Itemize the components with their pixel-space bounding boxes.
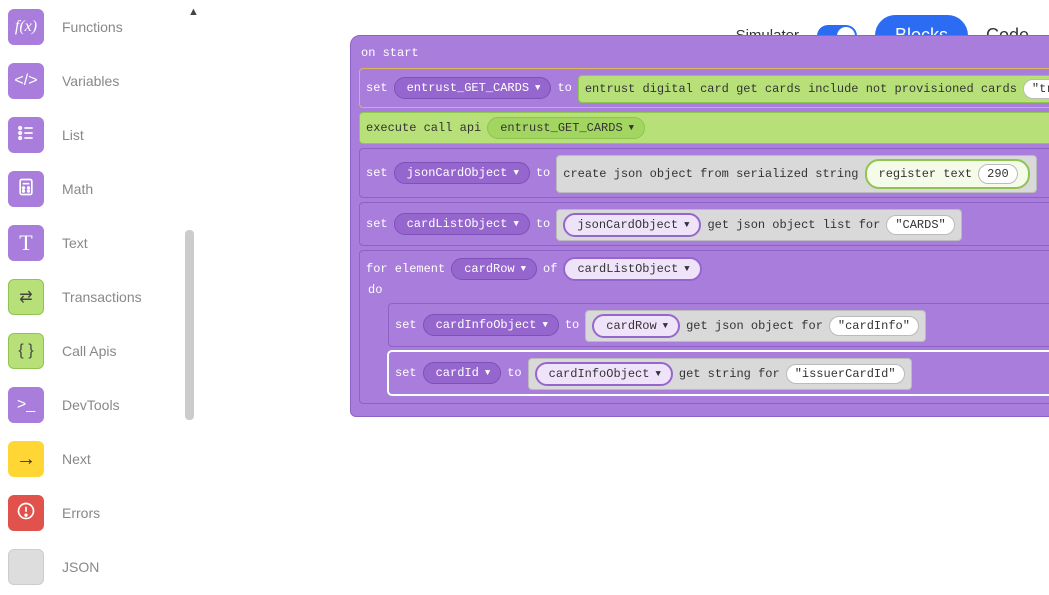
chevron-down-icon: ▼ — [684, 220, 689, 230]
arrow-right-icon: → — [8, 441, 44, 477]
string-literal[interactable]: "true" — [1023, 79, 1049, 99]
register-label: register text — [879, 167, 973, 181]
var-dropdown[interactable]: entrust_GET_CARDS▼ — [394, 77, 552, 99]
to-keyword: to — [507, 366, 521, 380]
terminal-icon: >_ — [8, 387, 44, 423]
gray-call-block[interactable]: create json object from serialized strin… — [556, 155, 1036, 193]
gray-call-block[interactable]: cardRow▼ get json object for "cardInfo" — [585, 310, 926, 342]
string-literal[interactable]: "CARDS" — [886, 215, 954, 235]
chevron-down-icon: ▼ — [684, 264, 689, 274]
chevron-down-icon: ▼ — [655, 369, 660, 379]
set-block[interactable]: set cardInfoObject▼ to cardRow▼ get json… — [388, 303, 1049, 347]
set-keyword: set — [366, 217, 388, 231]
green-call-block[interactable]: entrust digital card get cards include n… — [578, 75, 1049, 103]
chevron-down-icon: ▼ — [535, 83, 540, 93]
swap-icon: ⇄ — [8, 279, 44, 315]
set-block[interactable]: set cardListObject▼ to jsonCardObject▼ g… — [359, 202, 1049, 246]
block-workspace[interactable]: on start set entrust_GET_CARDS▼ to entru… — [350, 35, 1049, 417]
set-block[interactable]: set entrust_GET_CARDS▼ to entrust digita… — [359, 68, 1049, 108]
hat-label: on start — [359, 42, 1049, 66]
set-keyword: set — [366, 81, 388, 95]
exec-keyword: execute call api — [366, 121, 481, 135]
sidebar-item-label: Errors — [62, 505, 100, 521]
placeholder-icon — [8, 549, 44, 585]
var-ref-dropdown[interactable]: cardInfoObject▼ — [535, 362, 673, 386]
exclaim-icon — [8, 495, 44, 531]
sidebar-item-label: Call Apis — [62, 343, 116, 359]
var-ref-dropdown[interactable]: jsonCardObject▼ — [563, 213, 701, 237]
sidebar-item-label: JSON — [62, 559, 99, 575]
set-keyword: set — [395, 318, 417, 332]
sidebar-item-label: List — [62, 127, 84, 143]
sidebar-scrollbar[interactable] — [185, 230, 194, 420]
sidebar-item-label: Transactions — [62, 289, 142, 305]
sidebar-item-label: Functions — [62, 19, 123, 35]
sidebar-item-math[interactable]: Math — [0, 162, 180, 216]
sidebar-item-label: Variables — [62, 73, 119, 89]
call-text: get string for — [679, 367, 780, 381]
set-keyword: set — [366, 166, 388, 180]
sidebar-item-list[interactable]: List — [0, 108, 180, 162]
sidebar-item-callapis[interactable]: { } Call Apis — [0, 324, 180, 378]
chevron-down-icon: ▼ — [663, 321, 668, 331]
sidebar-item-variables[interactable]: </> Variables — [0, 54, 180, 108]
do-keyword: do — [366, 281, 1049, 301]
list-icon — [8, 117, 44, 153]
fx-icon: f(x) — [8, 9, 44, 45]
sidebar-item-errors[interactable]: Errors — [0, 486, 180, 540]
var-ref-dropdown[interactable]: cardRow▼ — [592, 314, 680, 338]
string-literal[interactable]: "cardInfo" — [829, 316, 919, 336]
chevron-down-icon: ▼ — [513, 168, 518, 178]
category-sidebar: f(x) Functions </> Variables List Math T… — [0, 0, 180, 595]
chevron-down-icon: ▼ — [542, 320, 547, 330]
gray-call-block[interactable]: cardInfoObject▼ get string for "issuerCa… — [528, 358, 912, 390]
for-element-block[interactable]: for element cardRow▼ of cardListObject▼ … — [359, 250, 1049, 404]
for-keyword: for element — [366, 262, 445, 276]
chevron-down-icon: ▼ — [629, 123, 634, 133]
text-icon: T — [8, 225, 44, 261]
set-keyword: set — [395, 366, 417, 380]
sidebar-item-json[interactable]: JSON — [0, 540, 180, 594]
iter-var-dropdown[interactable]: cardRow▼ — [451, 258, 537, 280]
register-text-pill[interactable]: register text 290 — [865, 159, 1030, 189]
call-text: entrust digital card get cards include n… — [585, 82, 1017, 96]
to-keyword: to — [536, 166, 550, 180]
to-keyword: to — [557, 81, 571, 95]
code-icon: </> — [8, 63, 44, 99]
sidebar-item-label: Math — [62, 181, 93, 197]
string-literal[interactable]: "issuerCardId" — [786, 364, 905, 384]
var-dropdown[interactable]: cardListObject▼ — [394, 213, 530, 235]
call-text: get json object list for — [707, 218, 880, 232]
gray-call-block[interactable]: jsonCardObject▼ get json object list for… — [556, 209, 961, 241]
to-keyword: to — [565, 318, 579, 332]
var-dropdown[interactable]: cardId▼ — [423, 362, 502, 384]
sidebar-item-label: Text — [62, 235, 88, 251]
sidebar-item-next[interactable]: → Next — [0, 432, 180, 486]
var-dropdown[interactable]: entrust_GET_CARDS▼ — [487, 117, 645, 139]
sidebar-item-text[interactable]: T Text — [0, 216, 180, 270]
sidebar-collapse-icon[interactable]: ▲ — [188, 6, 199, 18]
sidebar-item-transactions[interactable]: ⇄ Transactions — [0, 270, 180, 324]
execute-call-api-block[interactable]: execute call api entrust_GET_CARDS▼ — [359, 112, 1049, 144]
var-dropdown[interactable]: cardInfoObject▼ — [423, 314, 559, 336]
chevron-down-icon: ▼ — [485, 368, 490, 378]
chevron-down-icon: ▼ — [521, 264, 526, 274]
of-keyword: of — [543, 262, 557, 276]
call-text: create json object from serialized strin… — [563, 167, 858, 181]
sidebar-item-label: Next — [62, 451, 91, 467]
set-block[interactable]: set jsonCardObject▼ to create json objec… — [359, 148, 1049, 198]
var-dropdown[interactable]: jsonCardObject▼ — [394, 162, 530, 184]
number-literal[interactable]: 290 — [978, 164, 1018, 184]
calculator-icon — [8, 171, 44, 207]
collection-dropdown[interactable]: cardListObject▼ — [563, 257, 701, 281]
sidebar-item-label: DevTools — [62, 397, 120, 413]
braces-icon: { } — [8, 333, 44, 369]
call-text: get json object for — [686, 319, 823, 333]
set-block[interactable]: set cardId▼ to cardInfoObject▼ get strin… — [388, 351, 1049, 395]
chevron-down-icon: ▼ — [513, 219, 518, 229]
on-start-hat-block[interactable]: on start set entrust_GET_CARDS▼ to entru… — [350, 35, 1049, 417]
to-keyword: to — [536, 217, 550, 231]
sidebar-item-functions[interactable]: f(x) Functions — [0, 0, 180, 54]
sidebar-item-devtools[interactable]: >_ DevTools — [0, 378, 180, 432]
